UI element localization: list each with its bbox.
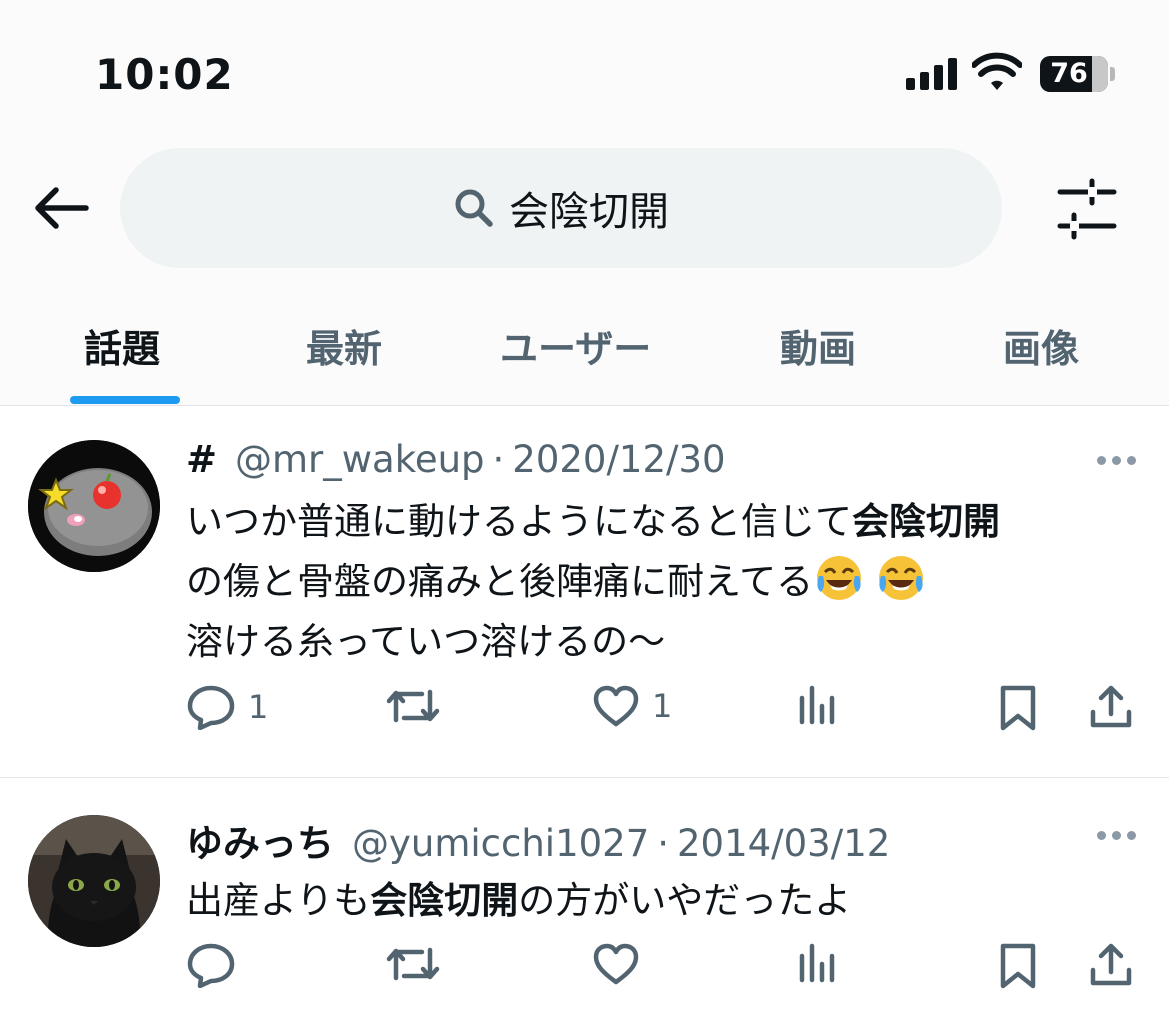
tab-latest[interactable]: 最新	[306, 318, 382, 373]
avatar[interactable]	[28, 440, 160, 572]
post-text-segment: の傷と骨盤の痛みと後陣痛に耐えてる	[186, 560, 814, 603]
post-text: 出産よりも会陰切開の方がいやだったよ	[186, 871, 1136, 931]
more-options-icon[interactable]	[1092, 825, 1140, 845]
active-tab-indicator	[70, 396, 180, 404]
reply-count: 1	[248, 688, 269, 726]
share-button[interactable]	[1088, 684, 1134, 730]
status-time: 10:02	[95, 50, 234, 99]
views-chart-icon	[799, 943, 835, 983]
bookmark-icon	[1000, 685, 1036, 731]
filter-sliders-icon[interactable]	[1052, 178, 1122, 240]
bookmark-button[interactable]	[998, 942, 1038, 990]
highlighted-term: 会陰切開	[370, 879, 519, 922]
separator: ·	[657, 822, 670, 865]
share-button[interactable]	[1088, 942, 1134, 988]
post-text-segment: 出産よりも	[186, 879, 371, 922]
post-header: # @mr_wakeup · 2020/12/30	[186, 438, 726, 481]
post-actions	[0, 942, 1169, 1002]
bookmark-button[interactable]	[998, 684, 1038, 732]
battery-icon: 76	[1040, 56, 1108, 92]
share-icon	[1090, 943, 1132, 986]
post-text-segment: 溶ける糸っていつ溶けるの〜	[186, 620, 666, 663]
avatar-image	[28, 440, 160, 572]
avatar[interactable]	[28, 815, 160, 947]
heart-icon	[593, 685, 639, 727]
post[interactable]: # @mr_wakeup · 2020/12/30 いつか普通に動けるようになる…	[0, 406, 1169, 778]
post[interactable]: ゆみっち @yumicchi1027 · 2014/03/12 出産よりも会陰切…	[0, 779, 1169, 1026]
face-with-tears-of-joy-icon	[879, 556, 924, 600]
battery-level: 76	[1050, 58, 1088, 89]
user-handle[interactable]: @mr_wakeup	[235, 438, 485, 481]
post-date[interactable]: 2014/03/12	[677, 822, 890, 865]
share-icon	[1090, 685, 1132, 728]
post-text: いつか普通に動けるようになると信じて会陰切開 の傷と骨盤の痛みと後陣痛に耐えてる…	[186, 492, 1136, 672]
like-count: 1	[652, 687, 673, 725]
cellular-signal-icon	[906, 58, 957, 90]
post-actions: 1 1	[0, 684, 1169, 744]
tab-users[interactable]: ユーザー	[500, 318, 651, 373]
reply-icon	[187, 943, 235, 988]
tab-trending[interactable]: 話題	[84, 318, 160, 373]
tab-videos[interactable]: 動画	[780, 318, 856, 373]
display-name[interactable]: ゆみっち	[186, 813, 334, 867]
post-date[interactable]: 2020/12/30	[512, 438, 725, 481]
post-text-segment: いつか普通に動けるようになると信じて	[186, 500, 852, 543]
more-options-icon[interactable]	[1092, 450, 1140, 470]
user-handle[interactable]: @yumicchi1027	[352, 822, 649, 865]
repost-button[interactable]	[386, 684, 440, 728]
status-bar: 10:02 76	[0, 0, 1169, 130]
reply-icon	[187, 685, 235, 730]
face-with-tears-of-joy-icon	[817, 556, 862, 600]
search-header: 会陰切開 話題 最新 ユーザー 動画 画像	[0, 130, 1169, 406]
post-header: ゆみっち @yumicchi1027 · 2014/03/12	[186, 813, 890, 867]
views-chart-icon	[799, 685, 835, 725]
separator: ·	[492, 438, 505, 481]
repost-button[interactable]	[386, 942, 440, 986]
like-button[interactable]	[592, 942, 640, 986]
tab-images[interactable]: 画像	[1003, 318, 1079, 373]
views-button[interactable]	[796, 942, 840, 986]
search-query: 会陰切開	[509, 189, 669, 235]
heart-icon	[593, 943, 639, 985]
views-button[interactable]	[796, 684, 840, 728]
avatar-image	[28, 815, 160, 947]
reply-button[interactable]	[186, 942, 236, 988]
repost-icon	[386, 947, 440, 981]
back-button[interactable]	[28, 180, 94, 236]
search-input[interactable]: 会陰切開	[120, 148, 1002, 268]
bookmark-icon	[1000, 943, 1036, 989]
back-arrow-icon	[35, 187, 89, 229]
search-icon	[455, 189, 493, 227]
wifi-icon	[972, 52, 1022, 90]
post-text-segment: の方がいやだったよ	[518, 879, 852, 922]
search-tabs: 話題 最新 ユーザー 動画 画像	[0, 300, 1169, 405]
like-button[interactable]: 1	[592, 684, 672, 728]
reply-button[interactable]: 1	[186, 684, 268, 730]
repost-icon	[386, 689, 440, 723]
highlighted-term: 会陰切開	[852, 500, 1000, 543]
display-name[interactable]: #	[186, 438, 217, 481]
